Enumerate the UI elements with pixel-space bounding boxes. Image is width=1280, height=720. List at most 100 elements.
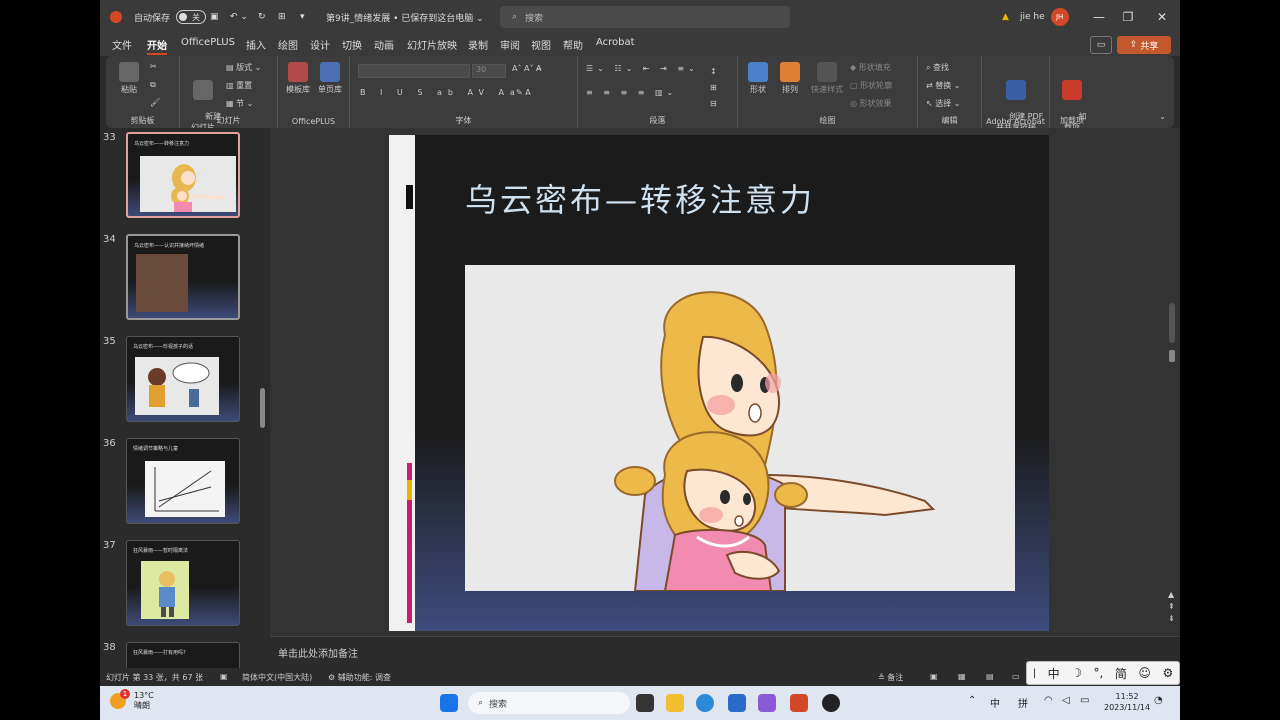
close-button[interactable]: ✕ — [1145, 0, 1179, 34]
powerpoint-taskbar-icon[interactable] — [790, 694, 808, 712]
grow-font-icon[interactable]: A˄ A˅ A̶ — [512, 64, 542, 73]
tray-ime[interactable]: 拼 — [1018, 695, 1028, 710]
document-title[interactable]: 第9讲_情绪发展 • 已保存到这台电脑 ⌄ — [326, 0, 484, 34]
thumbnail-slide[interactable]: 狂风暴雨——暂时隔离法 — [126, 540, 240, 626]
current-slide[interactable]: 乌云密布—转移注意力 — [389, 135, 1049, 631]
tab-transitions[interactable]: 切换 — [342, 37, 362, 52]
editor-scrollbar[interactable]: ▲ ⇞ ⇟ — [1166, 128, 1180, 636]
volume-icon[interactable]: ◁ — [1062, 695, 1070, 706]
thumbnail-36[interactable]: 36 情绪调节策略与儿童 — [100, 438, 260, 528]
find-button[interactable]: ⌕ 查找 — [926, 62, 949, 73]
thumbnail-slide[interactable]: 狂风暴雨——打有用吗? — [126, 642, 240, 668]
thumbnail-33[interactable]: 33 乌云密布——转移注意力 — [100, 132, 260, 222]
next-slide-icon[interactable]: ⇟ — [1168, 614, 1175, 623]
font-size-select[interactable]: 30 — [472, 64, 506, 78]
windows-start-icon[interactable] — [440, 694, 458, 712]
thumbnail-35[interactable]: 35 乌云密布——珍视孩子的话 — [100, 336, 260, 426]
ime-simplified[interactable]: 简 — [1115, 665, 1127, 682]
thumbnails-scrollbar[interactable] — [258, 128, 268, 668]
user-account[interactable]: jie he JH — [1020, 0, 1069, 34]
edge-icon[interactable] — [696, 694, 714, 712]
scroll-up-icon[interactable]: ▲ — [1168, 590, 1174, 599]
battery-icon[interactable]: ▭ — [1080, 695, 1089, 706]
copy-icon[interactable]: ⧉ — [150, 80, 156, 90]
prev-slide-icon[interactable]: ⇞ — [1168, 602, 1175, 611]
collapse-ribbon-icon[interactable]: ⌄ — [1159, 112, 1166, 121]
customize-toolbar-icon[interactable]: ▾ — [300, 0, 305, 34]
redo-icon[interactable]: ↻ — [258, 0, 266, 34]
section-button[interactable]: ▦ 节 ⌄ — [226, 98, 253, 109]
tab-review[interactable]: 审阅 — [500, 37, 520, 52]
thumbnail-slide[interactable]: 情绪调节策略与儿童 — [126, 438, 240, 524]
replace-button[interactable]: ⇄ 替换 ⌄ — [926, 80, 961, 91]
normal-view-icon[interactable]: ▣ — [930, 672, 938, 681]
slide-title[interactable]: 乌云密布—转移注意力 — [465, 175, 815, 221]
task-view-icon[interactable] — [636, 694, 654, 712]
list-buttons[interactable]: ☰⌄ ☷⌄ ⇤ ⇥ ≡⌄ — [586, 64, 699, 73]
ime-punctuation[interactable]: °, — [1094, 666, 1104, 680]
slide-illustration[interactable] — [465, 265, 1015, 591]
store-icon[interactable] — [728, 694, 746, 712]
tab-home[interactable]: 开始 — [147, 37, 167, 55]
tray-language[interactable]: 中 — [990, 695, 1000, 710]
spellcheck-icon[interactable]: ▣ — [220, 672, 228, 681]
warning-icon[interactable]: ▲ — [1002, 0, 1009, 34]
shape-fill-button[interactable]: ◆ 形状填充 — [850, 62, 891, 73]
cut-icon[interactable]: ✂ — [150, 62, 157, 71]
tab-slideshow[interactable]: 幻灯片放映 — [407, 37, 457, 52]
editor-scrollbar-handle[interactable] — [1169, 303, 1175, 343]
font-format-buttons[interactable]: B I U S ab AV Aa — [360, 88, 521, 97]
select-button[interactable]: ↖ 选择 ⌄ — [926, 98, 961, 109]
ime-handle[interactable]: | — [1033, 668, 1036, 679]
paste-button[interactable]: 粘贴 — [116, 62, 142, 95]
scrollbar-thumb[interactable] — [260, 388, 265, 428]
shape-effects-button[interactable]: ◎ 形状效果 — [850, 98, 892, 109]
weather-widget[interactable]: 1 13°C 晴朗 — [110, 689, 154, 711]
autosave-toggle[interactable]: 关 — [176, 10, 206, 24]
template-library-button[interactable]: 模板库 — [284, 62, 312, 95]
tab-officeplus[interactable]: OfficePLUS — [181, 37, 235, 48]
tab-design[interactable]: 设计 — [310, 37, 330, 52]
language-indicator[interactable]: 简体中文(中国大陆) — [242, 672, 312, 683]
tab-help[interactable]: 帮助 — [563, 37, 583, 52]
highlight-icon[interactable]: ✎ A — [516, 88, 531, 97]
layout-button[interactable]: ▤ 版式 ⌄ — [226, 62, 261, 73]
notification-icon[interactable]: ◔ — [1154, 695, 1163, 706]
thumbnail-38[interactable]: 38 狂风暴雨——打有用吗? — [100, 642, 260, 668]
tab-file[interactable]: 文件 — [112, 37, 132, 52]
tab-insert[interactable]: 插入 — [246, 37, 266, 52]
arrange-button[interactable]: 排列 — [776, 62, 804, 95]
system-clock[interactable]: 11:52 2023/11/14 — [1104, 691, 1150, 713]
single-page-library-button[interactable]: 单页库 — [316, 62, 344, 95]
present-icon[interactable]: ⊞ — [278, 0, 286, 34]
tab-draw[interactable]: 绘图 — [278, 37, 298, 52]
reset-button[interactable]: ▥ 重置 — [226, 80, 252, 91]
text-direction-icon[interactable]: ↕ ⊞ ⊟ — [710, 64, 717, 112]
accessibility-indicator[interactable]: ⚙ 辅助功能: 调查 — [328, 672, 391, 683]
ime-settings-icon[interactable]: ⚙ — [1162, 666, 1173, 680]
taskbar-search[interactable]: ⌕ 搜索 — [468, 692, 630, 714]
wifi-icon[interactable]: ◠ — [1044, 695, 1053, 706]
save-icon[interactable]: ▣ — [210, 0, 219, 34]
file-explorer-icon[interactable] — [666, 694, 684, 712]
tab-animations[interactable]: 动画 — [374, 37, 394, 52]
format-painter-icon[interactable]: 🖌 — [150, 98, 160, 107]
thumbnail-37[interactable]: 37 狂风暴雨——暂时隔离法 — [100, 540, 260, 630]
tab-acrobat[interactable]: Acrobat — [596, 37, 635, 48]
ime-moon-icon[interactable]: ☽ — [1071, 666, 1082, 680]
undo-icon[interactable]: ↶ ⌄ — [230, 0, 248, 34]
quick-styles-button[interactable]: 快速样式 — [808, 62, 846, 95]
copilot-icon[interactable] — [758, 694, 776, 712]
shapes-button[interactable]: 形状 — [744, 62, 772, 95]
reading-view-icon[interactable]: ▤ — [986, 672, 994, 681]
tab-record[interactable]: 录制 — [468, 37, 488, 52]
thumbnail-slide[interactable]: 乌云密布——转移注意力 — [126, 132, 240, 218]
editor-scrollbar-thumb[interactable] — [1169, 350, 1175, 362]
notes-button[interactable]: ≜ 备注 — [878, 672, 903, 683]
font-name-select[interactable] — [358, 64, 470, 78]
ime-chinese-mode[interactable]: 中 — [1048, 665, 1060, 682]
thumbnail-34[interactable]: 34 乌云密布——认识并接纳坏情绪 — [100, 234, 260, 324]
restore-button[interactable]: ❐ — [1111, 0, 1145, 34]
media-player-icon[interactable] — [822, 694, 840, 712]
comments-button[interactable]: ▭ — [1090, 36, 1112, 54]
